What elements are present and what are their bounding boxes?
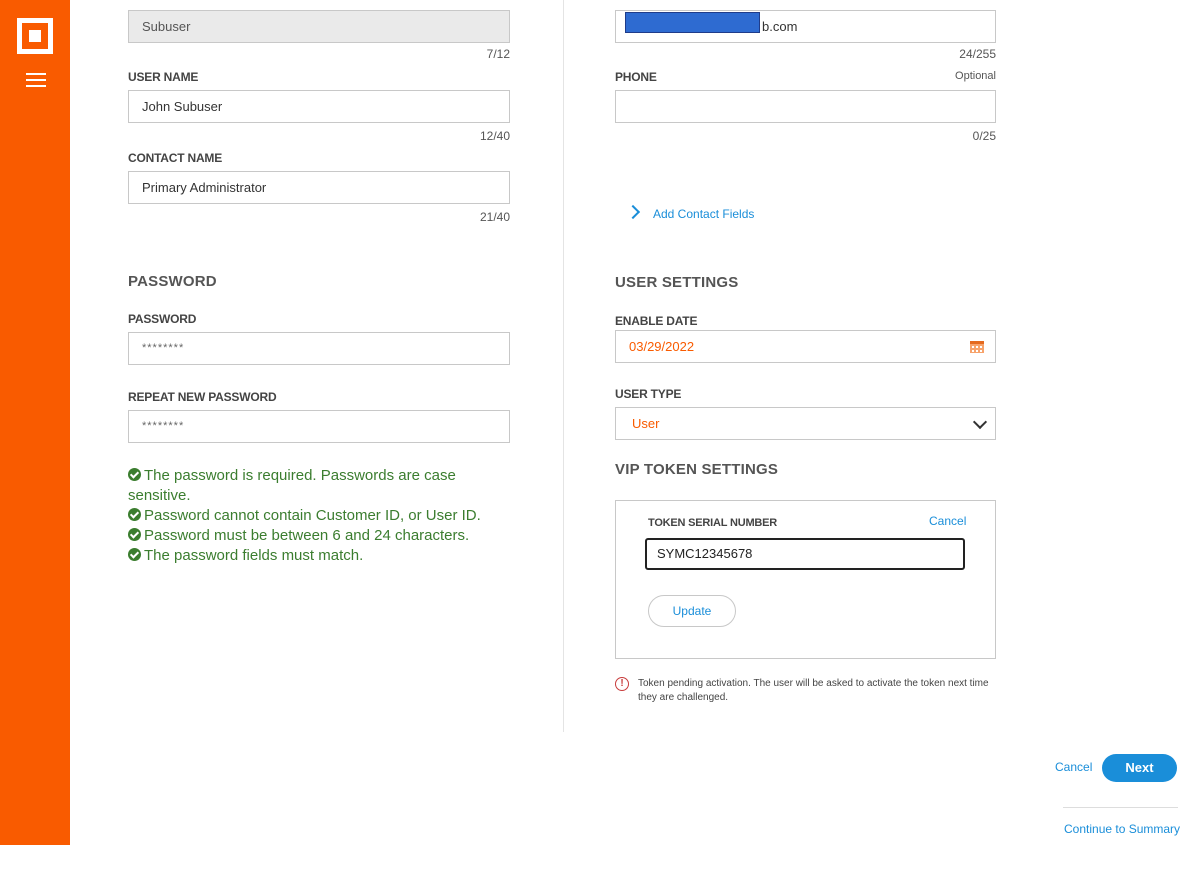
phone-input[interactable] bbox=[615, 90, 996, 123]
contact-name-input[interactable]: Primary Administrator bbox=[128, 171, 510, 204]
password-rule-match: The password fields must match. bbox=[128, 546, 528, 566]
continue-to-summary-link[interactable]: Continue to Summary bbox=[1064, 822, 1180, 836]
email-counter: 24/255 bbox=[959, 47, 996, 61]
token-pending-warning: Token pending activation. The user will … bbox=[638, 678, 989, 703]
phone-label: PHONE bbox=[615, 70, 657, 84]
user-name-input[interactable]: John Subuser bbox=[128, 90, 510, 123]
add-contact-fields-link[interactable]: Add Contact Fields bbox=[653, 207, 754, 221]
repeat-password-input[interactable]: ******** bbox=[128, 410, 510, 443]
user-type-label: USER TYPE bbox=[615, 387, 682, 401]
password-rule-required: The password is required. Passwords are … bbox=[128, 466, 528, 486]
phone-counter: 0/25 bbox=[972, 129, 996, 143]
calendar-icon[interactable] bbox=[970, 341, 984, 353]
enable-date-input[interactable]: 03/29/2022 bbox=[615, 330, 996, 363]
token-serial-label: TOKEN SERIAL NUMBER bbox=[648, 517, 778, 529]
chevron-right-icon[interactable] bbox=[625, 204, 641, 220]
token-cancel-link[interactable]: Cancel bbox=[929, 514, 966, 528]
alert-circle-icon: ! bbox=[615, 677, 629, 691]
sidebar bbox=[0, 0, 70, 845]
check-circle-icon bbox=[128, 508, 141, 521]
password-rule-length: Password must be between 6 and 24 charac… bbox=[128, 526, 528, 546]
subuser-field: Subuser bbox=[128, 10, 510, 43]
enable-date-label: ENABLE DATE bbox=[615, 314, 698, 328]
email-value-suffix: b.com bbox=[762, 19, 798, 34]
check-circle-icon bbox=[128, 468, 141, 481]
password-input[interactable]: ******** bbox=[128, 332, 510, 365]
password-rule-no-id: Password cannot contain Customer ID, or … bbox=[128, 506, 528, 526]
user-settings-title: USER SETTINGS bbox=[615, 274, 739, 291]
password-label: PASSWORD bbox=[128, 312, 197, 326]
user-name-label: USER NAME bbox=[128, 70, 199, 84]
password-rule-required-cont: sensitive. bbox=[128, 487, 191, 504]
column-divider bbox=[563, 0, 564, 732]
user-type-select[interactable]: User bbox=[615, 407, 996, 440]
hamburger-menu-icon[interactable] bbox=[26, 73, 46, 87]
contact-name-counter: 21/40 bbox=[479, 210, 510, 224]
brand-logo-icon bbox=[17, 18, 53, 54]
password-section-title: PASSWORD bbox=[128, 273, 217, 290]
password-rules: The password is required. Passwords are … bbox=[128, 466, 528, 566]
repeat-password-label: REPEAT NEW PASSWORD bbox=[128, 390, 277, 404]
contact-name-label: CONTACT NAME bbox=[128, 151, 223, 165]
update-button[interactable]: Update bbox=[648, 595, 736, 627]
vip-token-title: VIP TOKEN SETTINGS bbox=[615, 461, 779, 478]
phone-optional: Optional bbox=[955, 70, 996, 82]
token-serial-input[interactable]: SYMC12345678 bbox=[645, 538, 965, 570]
next-button[interactable]: Next bbox=[1102, 754, 1177, 782]
cancel-link[interactable]: Cancel bbox=[1055, 760, 1092, 774]
footer-divider bbox=[1063, 807, 1178, 808]
check-circle-icon bbox=[128, 548, 141, 561]
redaction-box bbox=[625, 12, 760, 33]
user-name-counter: 12/40 bbox=[479, 129, 510, 143]
subuser-counter: 7/12 bbox=[486, 47, 510, 61]
check-circle-icon bbox=[128, 528, 141, 541]
